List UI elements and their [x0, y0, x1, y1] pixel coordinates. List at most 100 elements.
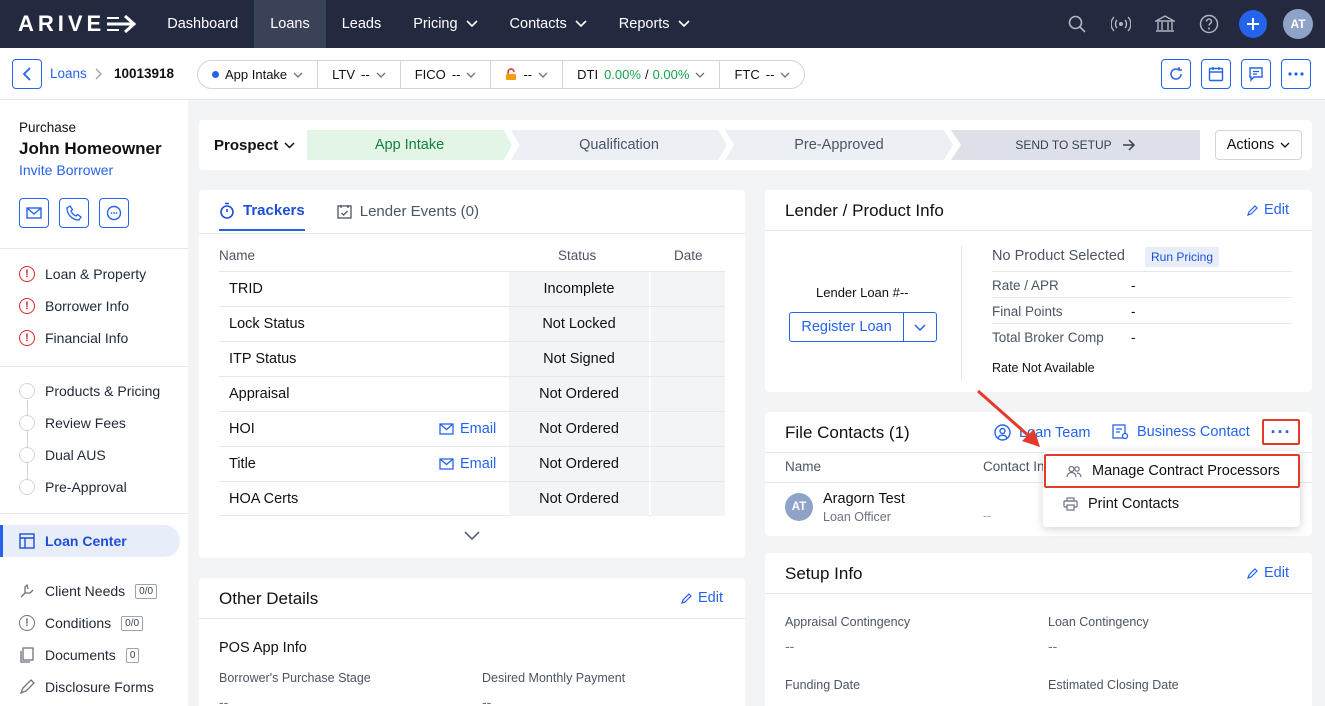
sidebar-item-financial-info[interactable]: ! Financial Info: [19, 330, 128, 346]
tracker-name: TRID: [229, 281, 263, 297]
nav-leads[interactable]: Leads: [326, 0, 398, 48]
run-pricing-button[interactable]: Run Pricing: [1145, 247, 1220, 267]
lock-icon: [506, 68, 517, 80]
dti-pill[interactable]: DTI 0.00% / 0.00%: [563, 61, 721, 88]
breadcrumb-loans[interactable]: Loans: [50, 66, 87, 81]
edit-button[interactable]: Edit: [1247, 202, 1289, 218]
card-divider: [199, 618, 745, 619]
info-icon: !: [19, 615, 35, 631]
sidebar-item-label: Pre-Approval: [45, 479, 127, 495]
no-product-text: No Product Selected: [992, 248, 1125, 264]
tab-trackers[interactable]: Trackers: [219, 202, 305, 231]
broker-comp-label: Total Broker Comp: [992, 330, 1104, 345]
business-contact-button[interactable]: Business Contact: [1112, 424, 1250, 440]
sidebar-item-loan-property[interactable]: ! Loan & Property: [19, 266, 146, 282]
sidebar-divider: [0, 366, 188, 367]
sidebar-item-pre-approval[interactable]: Pre-Approval: [19, 479, 127, 495]
nav-contacts-label: Contacts: [509, 16, 567, 32]
menu-item-manage-contract-processors[interactable]: Manage Contract Processors: [1044, 454, 1300, 488]
annotation-arrow-icon: [977, 389, 1040, 447]
sidebar-item-dual-aus[interactable]: Dual AUS: [19, 447, 106, 463]
table-row[interactable]: Appraisal Not Ordered: [219, 376, 725, 411]
dti-label: DTI: [577, 67, 599, 82]
stage-qualification[interactable]: Qualification: [511, 130, 727, 160]
actions-button[interactable]: Actions: [1215, 130, 1302, 160]
email-link[interactable]: Email: [439, 421, 496, 437]
mail-icon[interactable]: [19, 198, 49, 228]
menu-item-print-contacts[interactable]: Print Contacts: [1043, 487, 1300, 521]
row-divider: [992, 271, 1292, 272]
contact-name[interactable]: Aragorn Test: [823, 491, 905, 507]
chevron-down-icon: [1280, 142, 1290, 148]
sidebar-item-review-fees[interactable]: Review Fees: [19, 415, 126, 431]
chat-icon[interactable]: [99, 198, 129, 228]
nav-pricing[interactable]: Pricing: [397, 0, 493, 48]
register-loan-dropdown[interactable]: [904, 313, 936, 341]
more-options-icon[interactable]: [1281, 59, 1311, 89]
card-title: Lender / Product Info: [785, 201, 944, 220]
back-button[interactable]: [12, 59, 42, 89]
sidebar-item-loan-center[interactable]: Loan Center: [0, 525, 180, 557]
bank-icon[interactable]: [1151, 10, 1179, 38]
invite-borrower-link[interactable]: Invite Borrower: [19, 162, 113, 178]
contacts-more-button[interactable]: ···: [1262, 419, 1300, 445]
col-header-contact: Contact In: [983, 459, 1045, 474]
send-to-setup-label: SEND TO SETUP: [1015, 138, 1112, 152]
sidebar-item-client-needs[interactable]: Client Needs 0/0: [19, 583, 158, 599]
sidebar-item-label: Loan Center: [45, 533, 127, 549]
table-row[interactable]: Lock Status Not Locked: [219, 306, 725, 341]
refresh-icon[interactable]: [1161, 59, 1191, 89]
ftc-pill[interactable]: FTC --: [720, 61, 804, 88]
chevron-down-icon: [466, 72, 476, 78]
calendar-icon[interactable]: [1201, 59, 1231, 89]
nav-reports[interactable]: Reports: [603, 0, 706, 48]
stage-app-intake[interactable]: App Intake: [307, 130, 512, 160]
phone-icon[interactable]: [59, 198, 89, 228]
tracker-date: [651, 307, 725, 341]
tracker-status: Not Signed: [509, 342, 649, 376]
register-loan-button[interactable]: Register Loan: [790, 313, 904, 341]
sidebar-item-disclosure-forms[interactable]: Disclosure Forms: [19, 679, 154, 695]
trackers-tabs: Trackers Lender Events (0): [219, 202, 479, 231]
tracker-name: ITP Status: [229, 351, 297, 367]
user-avatar[interactable]: AT: [1283, 9, 1313, 39]
table-row[interactable]: TRID Incomplete: [219, 271, 725, 306]
lock-pill[interactable]: --: [491, 61, 564, 88]
comments-icon[interactable]: [1241, 59, 1271, 89]
tab-lender-events[interactable]: Lender Events (0): [337, 202, 479, 231]
nav-toolbar: AT: [1063, 0, 1313, 48]
nav-contacts[interactable]: Contacts: [494, 0, 603, 48]
edit-button[interactable]: Edit: [1247, 565, 1289, 581]
business-contact-label: Business Contact: [1137, 424, 1250, 440]
final-points-label: Final Points: [992, 304, 1063, 319]
edit-button[interactable]: Edit: [681, 590, 723, 606]
ltv-pill[interactable]: LTV --: [318, 61, 401, 88]
fico-pill[interactable]: FICO --: [401, 61, 492, 88]
search-icon[interactable]: [1063, 10, 1091, 38]
stage-pill[interactable]: App Intake: [198, 61, 319, 88]
help-icon[interactable]: [1195, 10, 1223, 38]
sidebar-item-conditions[interactable]: ! Conditions 0/0: [19, 615, 144, 631]
email-link[interactable]: Email: [439, 456, 496, 472]
send-to-setup-button[interactable]: SEND TO SETUP: [951, 130, 1200, 160]
monthly-payment-label: Desired Monthly Payment: [482, 671, 626, 685]
sidebar-item-label: Client Needs: [45, 583, 126, 599]
status-dropdown[interactable]: Prospect: [214, 137, 295, 154]
sidebar-item-label: Conditions: [45, 615, 112, 631]
sidebar-item-products-pricing[interactable]: Products & Pricing: [19, 383, 160, 399]
sidebar-item-borrower-info[interactable]: ! Borrower Info: [19, 298, 129, 314]
plus-icon[interactable]: [1239, 10, 1267, 38]
table-row[interactable]: HOA Certs Not Ordered: [219, 481, 725, 516]
table-row[interactable]: HOI Email Not Ordered: [219, 411, 725, 446]
nav-loans[interactable]: Loans: [254, 0, 326, 48]
table-row[interactable]: ITP Status Not Signed: [219, 341, 725, 376]
nav-dashboard[interactable]: Dashboard: [151, 0, 254, 48]
stage-pre-approved[interactable]: Pre-Approved: [725, 130, 953, 160]
sidebar-item-documents[interactable]: Documents 0: [19, 647, 140, 663]
stage-pill-label: App Intake: [225, 67, 288, 82]
appraisal-contingency-label: Appraisal Contingency: [785, 615, 911, 629]
arive-logo[interactable]: ARIVE: [18, 0, 139, 48]
broadcast-icon[interactable]: [1107, 10, 1135, 38]
expand-chevron-icon[interactable]: [464, 531, 480, 540]
table-row[interactable]: Title Email Not Ordered: [219, 446, 725, 481]
